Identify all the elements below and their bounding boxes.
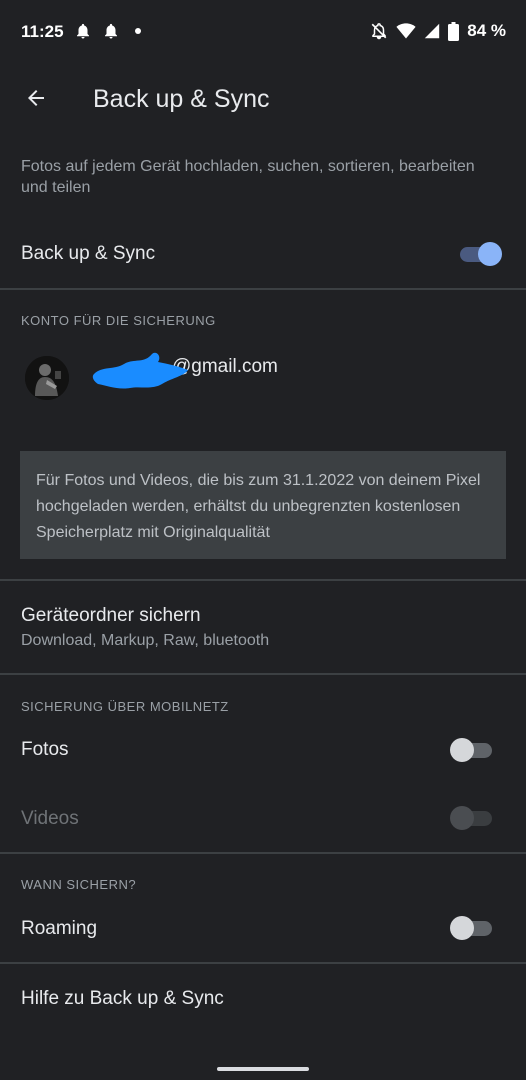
home-indicator[interactable] bbox=[217, 1067, 309, 1071]
videos-label: Videos bbox=[21, 808, 79, 829]
device-folders-title: Geräteordner sichern bbox=[21, 605, 201, 626]
dot-icon bbox=[135, 28, 141, 34]
roaming-toggle[interactable] bbox=[450, 916, 494, 940]
backup-sync-settings-screen: 11:25 84 % Back up & Sync Fotos auf jede… bbox=[0, 0, 526, 1080]
page-title: Back up & Sync bbox=[93, 85, 270, 113]
redaction-scribble bbox=[92, 352, 188, 389]
divider bbox=[0, 962, 526, 964]
videos-toggle bbox=[450, 806, 494, 830]
photos-label: Fotos bbox=[21, 739, 69, 760]
help-label: Hilfe zu Back up & Sync bbox=[21, 988, 224, 1009]
back-button[interactable] bbox=[14, 76, 58, 120]
storage-info-box: Für Fotos und Videos, die bis zum 31.1.2… bbox=[20, 451, 506, 559]
bell-icon bbox=[105, 23, 117, 39]
account-section-header: KONTO FÜR DIE SICHERUNG bbox=[21, 313, 216, 328]
intro-text: Fotos auf jedem Gerät hochladen, suchen,… bbox=[21, 158, 475, 196]
when-section-header: WANN SICHERN? bbox=[21, 877, 137, 892]
backup-sync-row[interactable]: Back up & Sync bbox=[0, 232, 526, 280]
bell-off-icon bbox=[371, 23, 387, 40]
divider bbox=[0, 673, 526, 675]
cell-signal-icon bbox=[425, 23, 440, 39]
bell-icon bbox=[77, 23, 89, 39]
battery-icon bbox=[448, 21, 460, 41]
toggle-thumb bbox=[450, 806, 474, 830]
wifi-icon bbox=[396, 23, 416, 39]
status-icons: 84 % bbox=[370, 21, 506, 41]
help-row[interactable]: Hilfe zu Back up & Sync bbox=[0, 972, 526, 1026]
photos-toggle[interactable] bbox=[450, 738, 494, 762]
status-bar: 11:25 84 % bbox=[0, 0, 526, 62]
arrow-back-icon bbox=[28, 90, 44, 106]
app-bar: Back up & Sync bbox=[0, 62, 526, 136]
avatar bbox=[25, 356, 69, 400]
battery-percent: 84 % bbox=[467, 21, 506, 40]
toggle-thumb bbox=[478, 242, 502, 266]
backup-sync-label: Back up & Sync bbox=[21, 243, 156, 264]
backup-sync-toggle[interactable] bbox=[458, 242, 502, 266]
divider bbox=[0, 852, 526, 854]
divider bbox=[0, 579, 526, 581]
toggle-thumb bbox=[450, 738, 474, 762]
account-email: @gmail.com bbox=[92, 346, 312, 394]
device-folders-row[interactable]: Geräteordner sichern Download, Markup, R… bbox=[0, 590, 526, 666]
device-folders-subtitle: Download, Markup, Raw, bluetooth bbox=[21, 632, 270, 649]
mobile-section-header: SICHERUNG ÜBER MOBILNETZ bbox=[21, 699, 229, 714]
toggle-thumb bbox=[450, 916, 474, 940]
status-time: 11:25 bbox=[21, 22, 64, 41]
photos-row[interactable]: Fotos bbox=[0, 726, 526, 774]
videos-row: Videos bbox=[0, 794, 526, 842]
roaming-row[interactable]: Roaming bbox=[0, 905, 526, 953]
divider bbox=[0, 288, 526, 290]
roaming-label: Roaming bbox=[21, 918, 98, 939]
